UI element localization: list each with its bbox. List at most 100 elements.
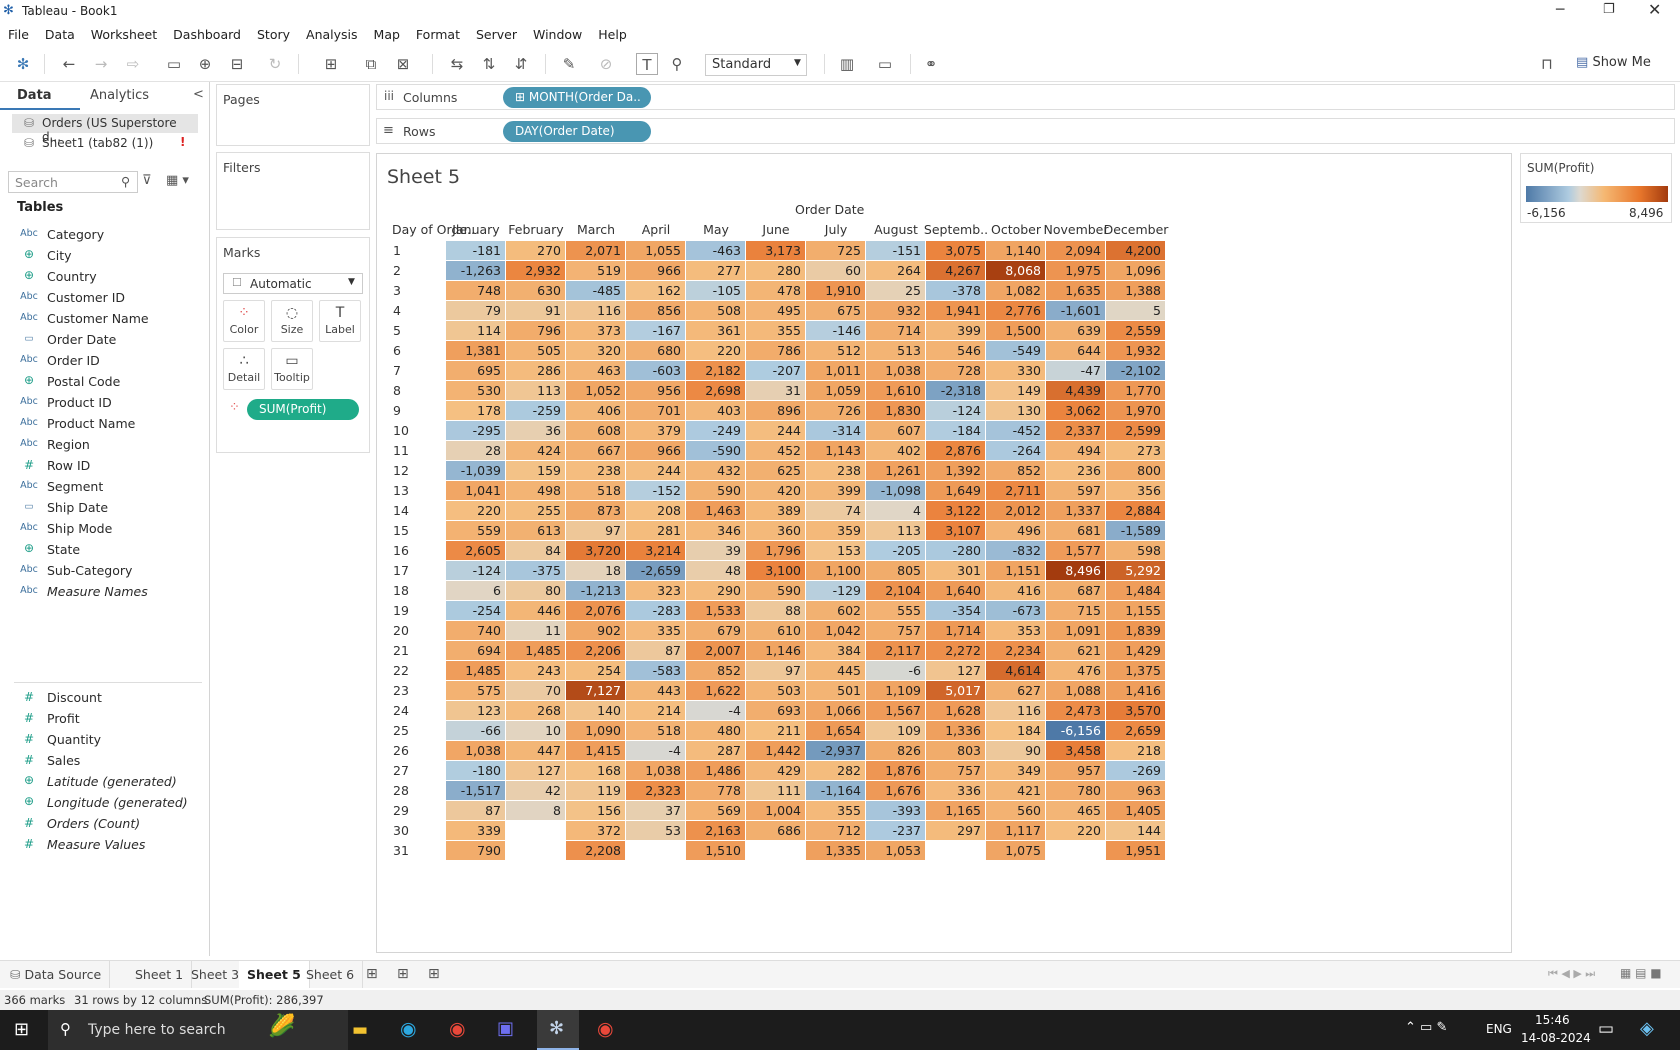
heatmap-cell[interactable]: 726 xyxy=(806,401,866,421)
menu-server[interactable]: Server xyxy=(468,24,525,42)
heatmap-cell[interactable]: 60 xyxy=(806,261,866,281)
mark-type-dropdown[interactable]: ☐ Automatic ▼ xyxy=(223,273,363,294)
heatmap-cell[interactable]: -180 xyxy=(446,761,506,781)
profit-pill[interactable]: SUM(Profit) xyxy=(247,399,359,420)
heatmap-cell[interactable]: 3,173 xyxy=(746,241,806,261)
field-item[interactable]: Abc Category xyxy=(0,225,205,245)
heatmap-cell[interactable]: 80 xyxy=(506,581,566,601)
notification-icon[interactable]: ▭ xyxy=(1598,1019,1614,1039)
heatmap-cell[interactable]: 627 xyxy=(986,681,1046,701)
filter-icon[interactable]: ⊽ xyxy=(142,173,152,188)
heatmap-cell[interactable]: 116 xyxy=(566,301,626,321)
heatmap-cell[interactable]: 2,559 xyxy=(1106,321,1166,341)
restore-icon[interactable]: ❐ xyxy=(1603,2,1615,17)
heatmap-cell[interactable]: 238 xyxy=(806,461,866,481)
heatmap-cell[interactable]: 2,071 xyxy=(566,241,626,261)
field-item[interactable]: # Sales xyxy=(0,751,205,771)
heatmap-cell[interactable]: 123 xyxy=(446,701,506,721)
heatmap-cell[interactable]: 373 xyxy=(566,321,626,341)
heatmap-cell[interactable]: 445 xyxy=(806,661,866,681)
heatmap-cell[interactable]: 159 xyxy=(506,461,566,481)
field-item[interactable]: ▭ Ship Date xyxy=(0,498,205,518)
heatmap-cell[interactable]: 2,711 xyxy=(986,481,1046,501)
heatmap-cell[interactable]: -4 xyxy=(626,741,686,761)
heatmap-cell[interactable]: -2,937 xyxy=(806,741,866,761)
heatmap-cell[interactable]: 1,096 xyxy=(1106,261,1166,281)
tab-analytics[interactable]: Analytics xyxy=(90,88,149,103)
menu-format[interactable]: Format xyxy=(408,24,468,42)
column-header[interactable]: June xyxy=(762,222,789,237)
heatmap-cell[interactable]: 679 xyxy=(686,621,746,641)
heatmap-cell[interactable]: 361 xyxy=(686,321,746,341)
menu-worksheet[interactable]: Worksheet xyxy=(83,24,165,42)
heatmap-cell[interactable]: 220 xyxy=(446,501,506,521)
heatmap-cell[interactable]: 555 xyxy=(866,601,926,621)
heatmap-cell[interactable]: 1,714 xyxy=(926,621,986,641)
tableau-taskbar-button[interactable]: ✻ xyxy=(537,1010,579,1050)
field-item[interactable]: # Profit xyxy=(0,709,205,729)
heatmap-cell[interactable]: 966 xyxy=(626,261,686,281)
heatmap-cell[interactable]: 505 xyxy=(506,341,566,361)
heatmap-cell[interactable]: 4,267 xyxy=(926,261,986,281)
heatmap-cell[interactable]: 1,484 xyxy=(1106,581,1166,601)
heatmap-cell[interactable]: 4,614 xyxy=(986,661,1046,681)
heatmap-cell[interactable]: 1,485 xyxy=(446,661,506,681)
heatmap-cell[interactable]: 613 xyxy=(506,521,566,541)
heatmap-cell[interactable]: 575 xyxy=(446,681,506,701)
heatmap-cell[interactable]: 140 xyxy=(566,701,626,721)
heatmap-cell[interactable]: 1,510 xyxy=(686,841,746,861)
row-header[interactable]: 1 xyxy=(393,241,401,261)
heatmap-cell[interactable] xyxy=(626,841,686,861)
heatmap-cell[interactable]: -6,156 xyxy=(1046,721,1106,741)
row-header[interactable]: 12 xyxy=(393,461,409,481)
heatmap-cell[interactable]: 74 xyxy=(806,501,866,521)
presentation-mode-icon[interactable]: ▭ xyxy=(874,53,896,75)
heatmap-cell[interactable]: 336 xyxy=(926,781,986,801)
column-header[interactable]: January xyxy=(452,222,499,237)
column-header[interactable]: December xyxy=(1104,222,1169,237)
heatmap-cell[interactable]: -124 xyxy=(926,401,986,421)
heatmap-cell[interactable]: 320 xyxy=(566,341,626,361)
heatmap-cell[interactable]: 498 xyxy=(506,481,566,501)
heatmap-cell[interactable]: 429 xyxy=(746,761,806,781)
heatmap-cell[interactable]: 353 xyxy=(986,621,1046,641)
heatmap-cell[interactable]: 1,165 xyxy=(926,801,986,821)
heatmap-cell[interactable] xyxy=(746,841,806,861)
heatmap-cell[interactable]: 1,676 xyxy=(866,781,926,801)
heatmap-cell[interactable]: 286 xyxy=(506,361,566,381)
heatmap-cell[interactable]: 2,605 xyxy=(446,541,506,561)
heatmap-cell[interactable]: 728 xyxy=(926,361,986,381)
heatmap-cell[interactable]: 932 xyxy=(866,301,926,321)
heatmap-cell[interactable]: 168 xyxy=(566,761,626,781)
heatmap-cell[interactable]: 70 xyxy=(506,681,566,701)
heatmap-cell[interactable]: -205 xyxy=(866,541,926,561)
refresh-icon[interactable]: ↻ xyxy=(264,53,286,75)
heatmap-cell[interactable] xyxy=(506,841,566,861)
heatmap-cell[interactable]: -167 xyxy=(626,321,686,341)
tooltip-button[interactable]: ▭ Tooltip xyxy=(271,348,313,390)
heatmap-cell[interactable]: -1,589 xyxy=(1106,521,1166,541)
heatmap-cell[interactable]: 896 xyxy=(746,401,806,421)
heatmap-cell[interactable]: -181 xyxy=(446,241,506,261)
heatmap-cell[interactable]: 873 xyxy=(566,501,626,521)
tab-data[interactable]: Data xyxy=(17,88,52,103)
heatmap-cell[interactable]: 399 xyxy=(806,481,866,501)
row-header[interactable]: 28 xyxy=(393,781,409,801)
heatmap-cell[interactable]: 280 xyxy=(746,261,806,281)
clock-time[interactable]: 15:46 xyxy=(1535,1013,1570,1027)
heatmap-cell[interactable]: 97 xyxy=(566,521,626,541)
highlight-icon[interactable]: ✎ xyxy=(558,53,580,75)
heatmap-cell[interactable]: -583 xyxy=(626,661,686,681)
sort-descending-icon[interactable]: ⇵ xyxy=(510,53,532,75)
field-item[interactable]: Abc Measure Names xyxy=(0,582,205,602)
heatmap-cell[interactable]: -105 xyxy=(686,281,746,301)
heatmap-cell[interactable]: 2,104 xyxy=(866,581,926,601)
heatmap-cell[interactable]: 1,140 xyxy=(986,241,1046,261)
row-header[interactable]: 24 xyxy=(393,701,409,721)
heatmap-cell[interactable]: 714 xyxy=(866,321,926,341)
heatmap-cell[interactable]: 694 xyxy=(446,641,506,661)
heatmap-cell[interactable]: -1,517 xyxy=(446,781,506,801)
heatmap-cell[interactable]: 220 xyxy=(1046,821,1106,841)
heatmap-cell[interactable]: -1,601 xyxy=(1046,301,1106,321)
heatmap-cell[interactable]: -1,164 xyxy=(806,781,866,801)
